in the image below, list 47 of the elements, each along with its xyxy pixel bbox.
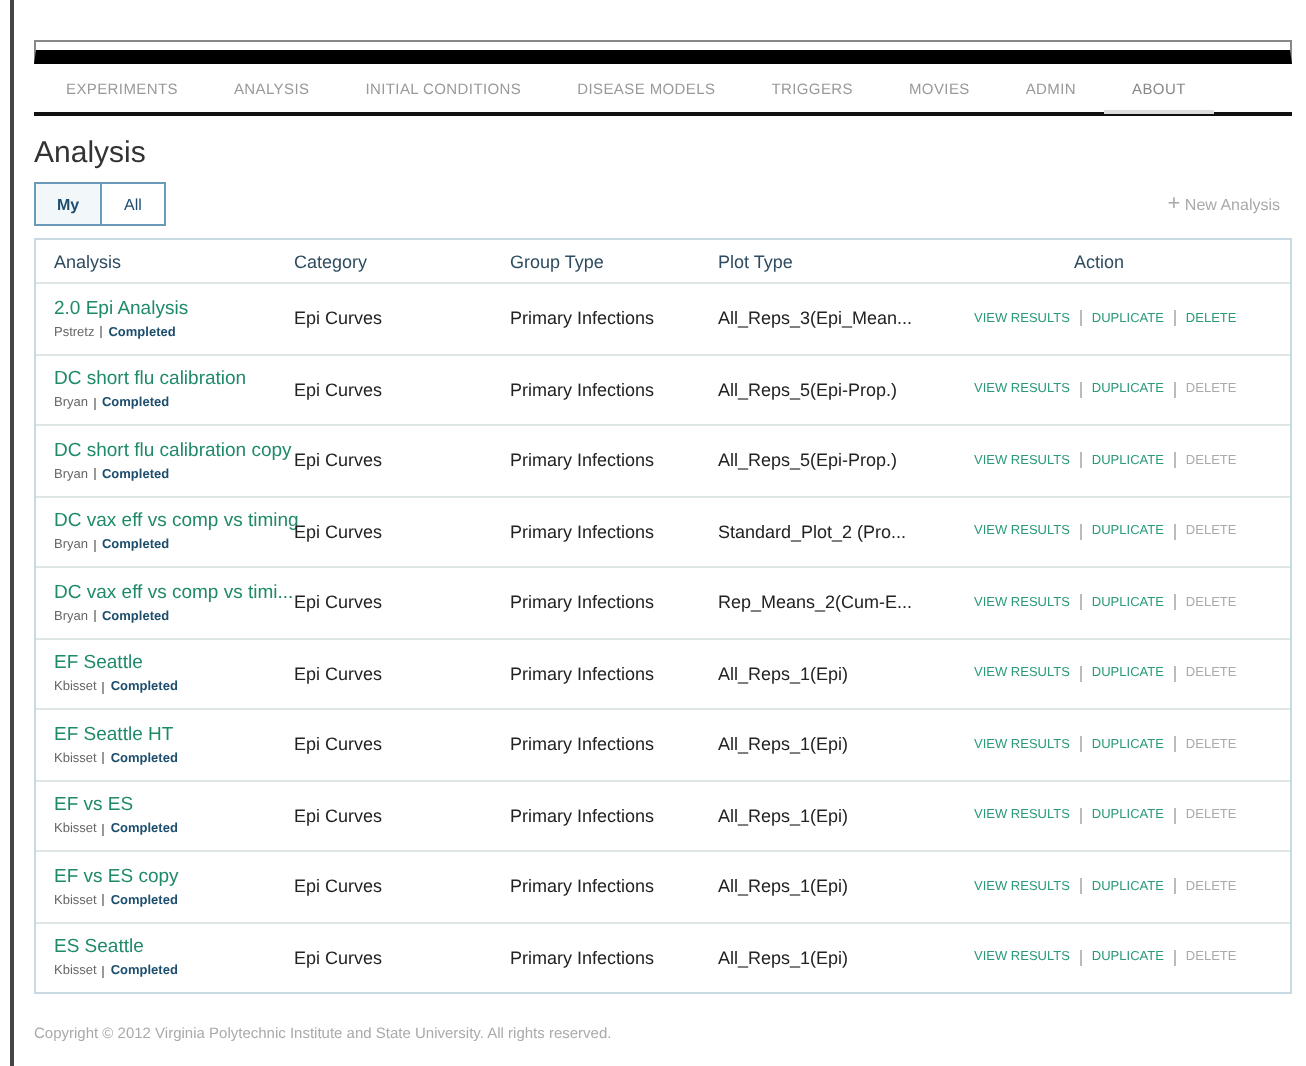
table-cell-text: Epi Curves [294,379,385,400]
table-cell-text: Primary Infections [510,734,657,755]
table-cell-text: All_Reps_5(Epi-Prop.) [718,450,900,471]
column-header: Group Type [510,251,606,271]
filter-tab[interactable]: My [36,184,100,224]
analysis-link[interactable]: DC short flu calibration [54,368,294,391]
table-cell-text: All_Reps_1(Epi) [718,876,851,897]
table-cell-text: Standard_Plot_2 (Pro... [718,521,909,542]
table-cell-text: Epi Curves [294,308,385,329]
table-cell-text: All_Reps_1(Epi) [718,734,851,755]
column-header: Category [294,251,370,271]
table-cell-text: Primary Infections [510,876,657,897]
analysis-link[interactable]: DC vax eff vs comp vs timi... [54,581,294,604]
table-cell-text: All_Reps_1(Epi) [718,663,851,684]
analysis-link[interactable]: 2.0 Epi Analysis [54,297,294,320]
new-analysis-link[interactable]: + New Analysis [1167,192,1280,216]
table-cell-text: Primary Infections [510,805,657,826]
table-cell-text: Epi Curves [294,805,385,826]
column-header: Plot Type [718,251,795,271]
page-title: Analysis [34,136,148,170]
analysis-link[interactable]: EF vs ES copy [54,865,294,888]
table-cell-text: Epi Curves [294,734,385,755]
table-cell-text: All_Reps_5(Epi-Prop.) [718,379,900,400]
table-cell-text: Epi Curves [294,663,385,684]
table-cell-text: All_Reps_1(Epi) [718,947,851,968]
table-cell-text: Primary Infections [510,521,657,542]
column-header: Analysis [52,251,124,271]
analysis-link[interactable]: EF vs ES [54,794,294,817]
analysis-link[interactable]: EF Seattle [54,652,294,675]
analysis-link[interactable]: EF Seattle HT [54,723,294,746]
table-cell-text: All_Reps_3(Epi_Mean... [718,308,915,329]
table-cell-text: Primary Infections [510,592,657,613]
analysis-link[interactable]: DC short flu calibration copy [54,439,294,462]
table-cell-text: Epi Curves [294,450,385,471]
table-cell-text: Primary Infections [510,947,657,968]
table-cell-text: Primary Infections [510,379,657,400]
table-cell-text: Rep_Means_2(Cum-E... [718,592,915,613]
table-cell-text: Epi Curves [294,947,385,968]
table-cell-text: All_Reps_1(Epi) [718,805,851,826]
analysis-link[interactable]: DC vax eff vs comp vs timing [54,510,294,533]
table-cell-text: Primary Infections [510,663,657,684]
table-cell-text: Primary Infections [510,308,657,329]
table-cell-text: Primary Infections [510,450,657,471]
table-cell-text: Epi Curves [294,876,385,897]
analysis-link[interactable]: ES Seattle [54,936,294,959]
column-header: Action [1071,251,1126,271]
table-cell-text: Epi Curves [294,592,385,613]
